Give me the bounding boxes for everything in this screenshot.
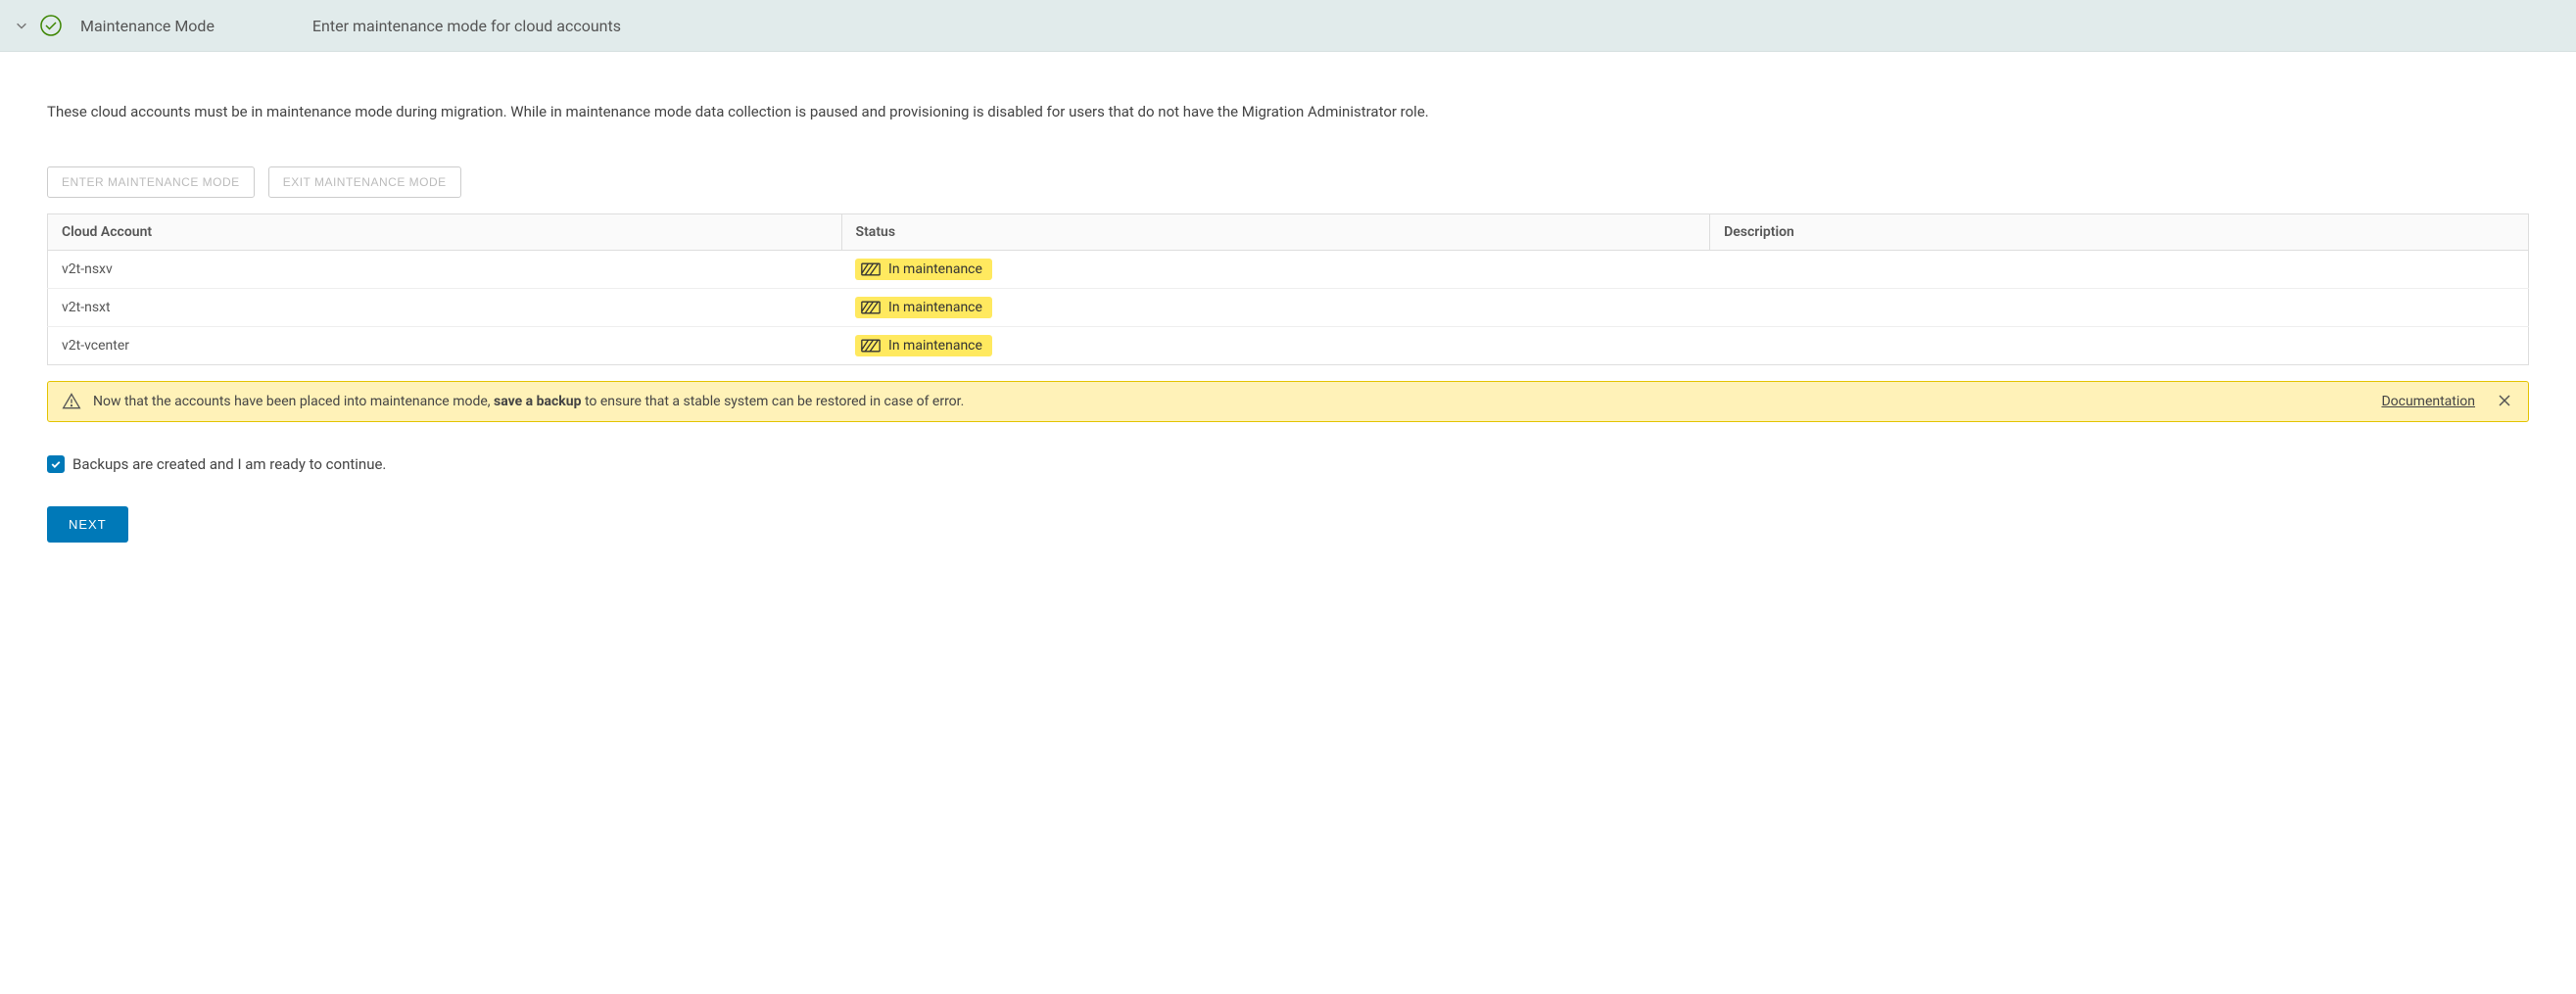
cell-status: In maintenance — [841, 251, 1710, 289]
backup-alert: Now that the accounts have been placed i… — [47, 381, 2529, 422]
enter-maintenance-button[interactable]: ENTER MAINTENANCE MODE — [47, 166, 255, 198]
table-row[interactable]: v2t-nsxt In maintenance — [48, 289, 2529, 327]
warning-icon — [62, 392, 81, 411]
alert-prefix: Now that the accounts have been placed i… — [93, 394, 494, 409]
alert-strong: save a backup — [494, 394, 581, 409]
cell-status: In maintenance — [841, 327, 1710, 365]
cell-account: v2t-nsxv — [48, 251, 842, 289]
cell-account: v2t-vcenter — [48, 327, 842, 365]
cloud-accounts-table: Cloud Account Status Description v2t-nsx… — [47, 213, 2529, 365]
step-title: Maintenance Mode — [80, 17, 215, 35]
maintenance-icon — [861, 301, 881, 314]
column-header-status: Status — [841, 214, 1710, 251]
cell-description — [1710, 251, 2529, 289]
close-icon[interactable] — [2497, 393, 2514, 410]
status-label: In maintenance — [888, 300, 982, 315]
cell-description — [1710, 327, 2529, 365]
content-area: These cloud accounts must be in maintena… — [0, 52, 2576, 582]
step-subtitle: Enter maintenance mode for cloud account… — [312, 17, 621, 35]
action-button-row: ENTER MAINTENANCE MODE EXIT MAINTENANCE … — [47, 166, 2529, 198]
backup-confirm-checkbox[interactable] — [47, 455, 65, 473]
cell-account: v2t-nsxt — [48, 289, 842, 327]
status-label: In maintenance — [888, 261, 982, 277]
status-badge: In maintenance — [855, 297, 992, 318]
maintenance-icon — [861, 262, 881, 276]
status-badge: In maintenance — [855, 259, 992, 280]
backup-confirm-row: Backups are created and I am ready to co… — [47, 455, 2529, 473]
alert-message: Now that the accounts have been placed i… — [93, 394, 2369, 409]
chevron-down-icon[interactable] — [14, 18, 29, 33]
status-badge: In maintenance — [855, 335, 992, 356]
next-button[interactable]: NEXT — [47, 506, 128, 543]
backup-confirm-label[interactable]: Backups are created and I am ready to co… — [72, 455, 386, 473]
cell-description — [1710, 289, 2529, 327]
table-row[interactable]: v2t-nsxv In maintenance — [48, 251, 2529, 289]
status-label: In maintenance — [888, 338, 982, 354]
step-complete-icon — [39, 14, 63, 37]
documentation-link[interactable]: Documentation — [2381, 394, 2475, 409]
exit-maintenance-button[interactable]: EXIT MAINTENANCE MODE — [268, 166, 461, 198]
table-row[interactable]: v2t-vcenter In maintenance — [48, 327, 2529, 365]
maintenance-icon — [861, 339, 881, 353]
column-header-description: Description — [1710, 214, 2529, 251]
intro-paragraph: These cloud accounts must be in maintena… — [47, 99, 2529, 125]
cell-status: In maintenance — [841, 289, 1710, 327]
wizard-step-header: Maintenance Mode Enter maintenance mode … — [0, 0, 2576, 52]
alert-suffix: to ensure that a stable system can be re… — [581, 394, 964, 409]
column-header-account: Cloud Account — [48, 214, 842, 251]
